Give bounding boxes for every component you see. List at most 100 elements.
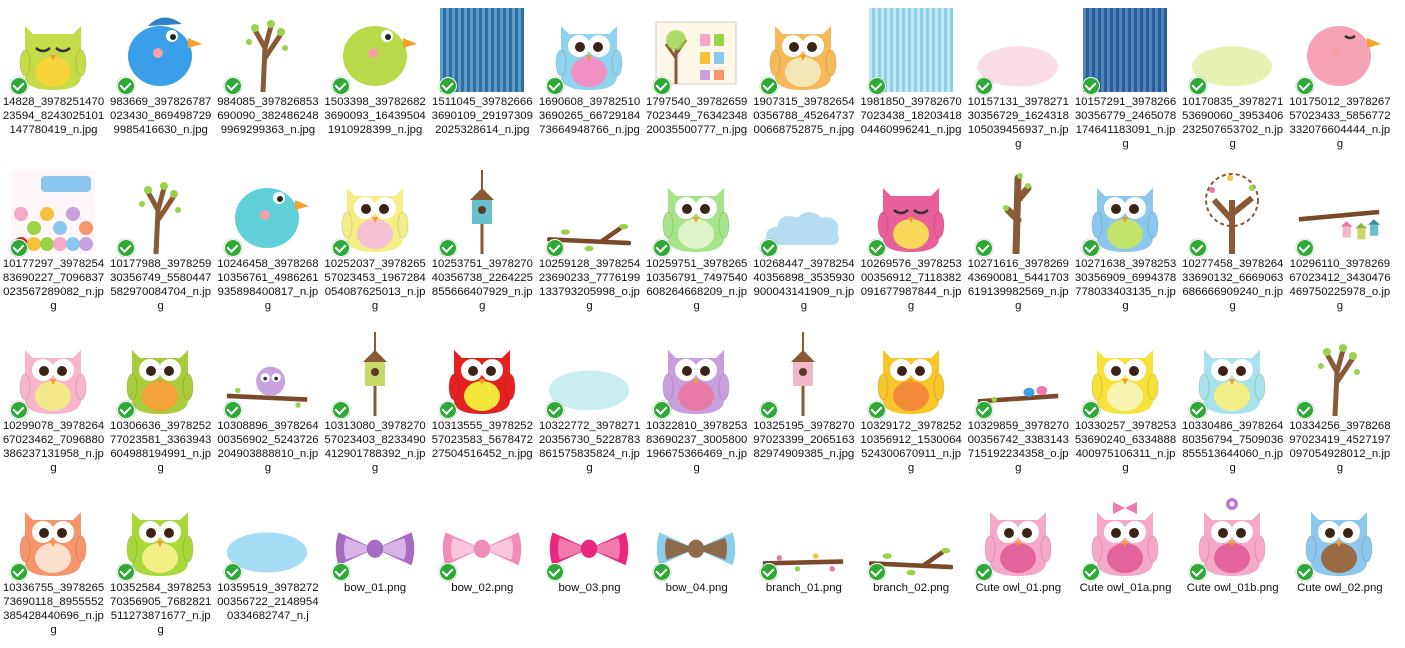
file-name-label[interactable]: 10177988_397825930356749_558044758297008… [109,257,212,313]
file-name-label[interactable]: 10336755_397826573690118_895555238542844… [2,581,105,637]
file-name-label[interactable]: 10329859_397827000356742_338314371519223… [967,419,1070,475]
file-item[interactable]: 10269576_397825300356912_711838209167798… [858,164,965,324]
file-name-label[interactable]: 10170835_397827153690060_395340623250765… [1181,95,1284,151]
file-name-label[interactable]: 10246458_397826810356761_498626193589840… [216,257,319,313]
file-item[interactable]: bow_03.png [536,488,643,648]
file-item[interactable]: 10175012_397826757023433_585677233207660… [1286,2,1393,162]
file-name-label[interactable]: 1907315_397826540356788_4526473700668752… [752,95,855,137]
file-name-label[interactable]: 10299078_397826467023462_709688038623713… [2,419,105,475]
file-item[interactable]: 10313080_397827057023403_823349041290178… [322,326,429,486]
file-item[interactable]: 10246458_397826810356761_498626193589840… [214,164,321,324]
file-name-label[interactable]: 10175012_397826757023433_585677233207660… [1288,95,1391,151]
file-name-label[interactable]: 10322772_397827120356730_522878386157583… [538,419,641,475]
file-item[interactable]: 1690608_397825103690265_6672918473664948… [536,2,643,162]
file-item[interactable]: bow_02.png [429,488,536,648]
file-name-label[interactable]: bow_03.png [538,581,641,595]
file-name-label[interactable]: 10259751_397826510356791_749754060826466… [645,257,748,313]
file-item[interactable]: 1797540_397826597023449_7634234820035500… [643,2,750,162]
file-name-label[interactable]: 10352584_397825370356905_768282151127387… [109,581,212,637]
file-item[interactable]: 1907315_397826540356788_4526473700668752… [750,2,857,162]
file-name-label[interactable]: 1690608_397825103690265_6672918473664948… [538,95,641,137]
file-name-label[interactable]: 10325195_397827097023399_206516382974909… [752,419,855,461]
file-item[interactable]: 10170835_397827153690060_395340623250765… [1179,2,1286,162]
file-item[interactable]: 10325195_397827097023399_206516382974909… [750,326,857,486]
file-item[interactable]: 10330486_397826480356794_750903685551364… [1179,326,1286,486]
file-item[interactable]: 10177297_397825483690227_709683702356728… [0,164,107,324]
file-item[interactable]: 10329172_397825210356912_153006452430067… [858,326,965,486]
file-name-label[interactable]: 10329172_397825210356912_153006452430067… [860,419,963,475]
file-item[interactable]: 10334256_397826897023419_452719709705492… [1286,326,1393,486]
file-item[interactable]: 10271616_397826943690081_544170361913998… [965,164,1072,324]
file-item[interactable]: Cute owl_01a.png [1072,488,1179,648]
file-name-label[interactable]: 10177297_397825483690227_709683702356728… [2,257,105,313]
file-item[interactable]: 10299078_397826467023462_709688038623713… [0,326,107,486]
file-name-label[interactable]: 10269576_397825300356912_711838209167798… [860,257,963,313]
file-name-label[interactable]: 10157291_397826630356779_246507817464118… [1074,95,1177,151]
file-name-label[interactable]: 10330257_397825353690240_633488840097510… [1074,419,1177,475]
file-item[interactable]: 10306636_397825277023581_336394360498819… [107,326,214,486]
file-item[interactable]: 983669_397826787023430_86949872999854166… [107,2,214,162]
file-item[interactable]: 14828_397825147023594_824302510114​77804… [0,2,107,162]
file-name-label[interactable]: 1981850_397826707023438_1820341804460996… [860,95,963,137]
file-item[interactable]: 10296110_397826967023412_343047646975022… [1286,164,1393,324]
file-name-label[interactable]: 10313080_397827057023403_823349041290178… [324,419,427,475]
file-item[interactable]: branch_02.png [858,488,965,648]
file-name-label[interactable]: 10330486_397826480356794_750903685551364… [1181,419,1284,475]
file-name-label[interactable]: 10271638_397825330356909_699437877803340… [1074,257,1177,313]
file-name-label[interactable]: 983669_397826787023430_86949872999854166… [109,95,212,137]
file-name-label[interactable]: branch_02.png [860,581,963,595]
file-item[interactable]: 1981850_397826707023438_1820341804460996… [858,2,965,162]
file-name-label[interactable]: 10313555_397825257023583_567847227504516… [431,419,534,461]
file-item[interactable]: 10336755_397826573690118_895555238542844… [0,488,107,648]
file-name-label[interactable]: 10306636_397825277023581_336394360498819… [109,419,212,475]
file-item[interactable]: bow_01.png [322,488,429,648]
file-item[interactable]: 1511045_397826663690109_2919730920253286… [429,2,536,162]
file-name-label[interactable]: 10359519_397827200356722_214895403346827… [216,581,319,623]
file-name-label[interactable]: 14828_397825147023594_824302510114​77804… [2,95,105,137]
file-name-label[interactable]: Cute owl_01a.png [1074,581,1177,595]
file-name-label[interactable]: bow_04.png [645,581,748,595]
file-item[interactable]: Cute owl_01b.png [1179,488,1286,648]
file-name-label[interactable]: Cute owl_01.png [967,581,1070,595]
file-item[interactable]: 10308896_397826400356902_524372620490388… [214,326,321,486]
file-item[interactable]: 1503398_397826823690093_1643950419109283… [322,2,429,162]
file-name-label[interactable]: 10277458_397826433690132_666906368666690… [1181,257,1284,313]
file-name-label[interactable]: 10253751_397827040356738_226422585566640… [431,257,534,313]
file-name-label[interactable]: 1511045_397826663690109_2919730920253286… [431,95,534,137]
file-item[interactable]: 10177988_397825930356749_558044758297008… [107,164,214,324]
file-item[interactable]: 10268447_397825440356898_353593090004314… [750,164,857,324]
file-name-label[interactable]: 10157131_397827130356729_162431810503945… [967,95,1070,151]
file-item[interactable]: 10252037_397826557023453_196728405408762… [322,164,429,324]
file-item[interactable]: 10157131_397827130356729_162431810503945… [965,2,1072,162]
file-item[interactable]: branch_01.png [750,488,857,648]
file-name-label[interactable]: 1797540_397826597023449_7634234820035500… [645,95,748,137]
file-item[interactable]: 984085_397826853690090_38248624899692993… [214,2,321,162]
file-name-label[interactable]: 10268447_397825440356898_353593090004314… [752,257,855,313]
file-item[interactable]: 10330257_397825353690240_633488840097510… [1072,326,1179,486]
file-item[interactable]: 10322772_397827120356730_522878386157583… [536,326,643,486]
file-item[interactable]: Cute owl_02.png [1286,488,1393,648]
file-name-label[interactable]: 10271616_397826943690081_544170361913998… [967,257,1070,313]
file-name-label[interactable]: 10252037_397826557023453_196728405408762… [324,257,427,313]
file-item[interactable]: 10253751_397827040356738_226422585566640… [429,164,536,324]
file-item[interactable]: 10259128_397825423690233_777619913379320… [536,164,643,324]
file-item[interactable]: 10352584_397825370356905_768282151127387… [107,488,214,648]
file-name-label[interactable]: Cute owl_01b.png [1181,581,1284,595]
file-item[interactable]: 10359519_397827200356722_214895403346827… [214,488,321,648]
file-name-label[interactable]: 10308896_397826400356902_524372620490388… [216,419,319,475]
file-item[interactable]: 10329859_397827000356742_338314371519223… [965,326,1072,486]
file-item[interactable]: 10259751_397826510356791_749754060826466… [643,164,750,324]
file-name-label[interactable]: 1503398_397826823690093_1643950419109283… [324,95,427,137]
file-name-label[interactable]: 10296110_397826967023412_343047646975022… [1288,257,1391,313]
file-item[interactable]: 10277458_397826433690132_666906368666690… [1179,164,1286,324]
file-name-label[interactable]: Cute owl_02.png [1288,581,1391,595]
file-item[interactable]: 10313555_397825257023583_567847227504516… [429,326,536,486]
file-name-label[interactable]: 10322810_397825383690237_300580019667536… [645,419,748,475]
file-name-label[interactable]: branch_01.png [752,581,855,595]
file-item[interactable]: 10322810_397825383690237_300580019667536… [643,326,750,486]
file-name-label[interactable]: bow_01.png [324,581,427,595]
file-name-label[interactable]: 10334256_397826897023419_452719709705492… [1288,419,1391,475]
file-item[interactable]: 10157291_397826630356779_246507817464118… [1072,2,1179,162]
file-name-label[interactable]: 984085_397826853690090_38248624899692993… [216,95,319,137]
file-item[interactable]: Cute owl_01.png [965,488,1072,648]
